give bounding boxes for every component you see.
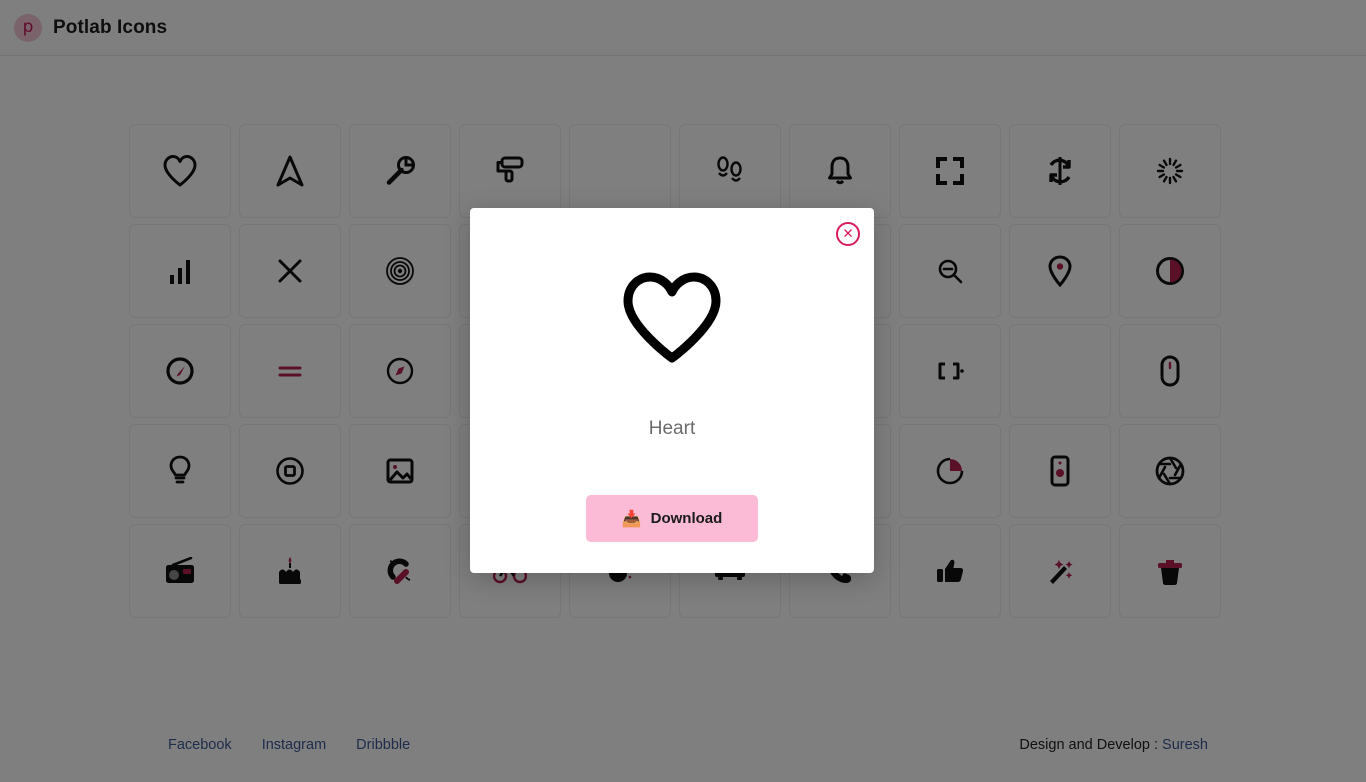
modal-heart-icon [470,270,874,366]
download-icon: 📥 [621,508,642,528]
modal-icon-name: Heart [648,418,696,439]
close-icon[interactable]: ✕ [836,222,860,246]
download-button[interactable]: 📥 Download [586,495,758,542]
download-button-label: Download [650,510,723,527]
icon-detail-modal: ✕ Heart 📥 Download [470,208,874,573]
